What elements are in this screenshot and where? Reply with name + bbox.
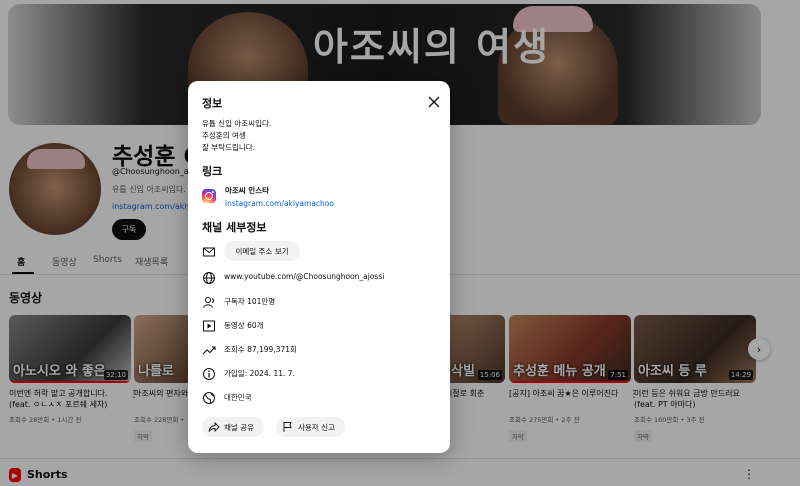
channel-url[interactable]: www.youtube.com/@Choosunghoon_ajossi [224, 272, 384, 281]
link-name: 아조씨 인스타 [225, 186, 270, 195]
about-dialog: 정보 유튭 신입 아조씨입다. 추성훈의 여생 잘 부탁드립니다. 링크 아조씨… [188, 81, 450, 453]
share-channel-button[interactable]: 채널 공유 [202, 417, 264, 437]
video-count: 동영상 60개 [224, 321, 264, 330]
report-button-label: 사용자 신고 [298, 422, 335, 432]
country: 대한민국 [224, 393, 252, 402]
share-button-label: 채널 공유 [224, 422, 254, 432]
report-user-button[interactable]: 사용자 신고 [276, 417, 345, 437]
globe-icon [203, 272, 215, 284]
video-icon [203, 320, 215, 332]
country-row: 대한민국 [202, 388, 438, 406]
view-count: 조회수 87,199,371회 [224, 345, 297, 354]
view-email-button[interactable]: 이메일 주소 보기 [224, 241, 300, 261]
info-icon [203, 368, 215, 380]
joined-date: 가입일: 2024. 11. 7. [224, 369, 295, 378]
about-description: 유튭 신입 아조씨입다. 추성훈의 여생 잘 부탁드립니다. [202, 119, 272, 152]
person-icon [203, 297, 214, 308]
share-icon [208, 421, 220, 433]
joined-row: 가입일: 2024. 11. 7. [202, 364, 438, 382]
videos-row: 동영상 60개 [202, 316, 438, 334]
flag-icon [283, 422, 292, 432]
mail-icon [203, 247, 215, 257]
instagram-icon [202, 189, 216, 203]
trending-icon [202, 346, 216, 355]
close-icon[interactable] [428, 96, 440, 108]
subscriber-count: 구독자 101만명 [224, 297, 276, 306]
url-row: www.youtube.com/@Choosunghoon_ajossi [202, 268, 438, 286]
subscribers-row: 구독자 101만명 [202, 292, 438, 310]
views-row: 조회수 87,199,371회 [202, 340, 438, 358]
links-heading: 링크 [202, 165, 223, 178]
link-url[interactable]: instagram.com/akiyamachoo [225, 199, 334, 208]
details-heading: 채널 세부정보 [202, 221, 267, 234]
location-icon [203, 392, 215, 404]
about-heading: 정보 [202, 97, 223, 110]
